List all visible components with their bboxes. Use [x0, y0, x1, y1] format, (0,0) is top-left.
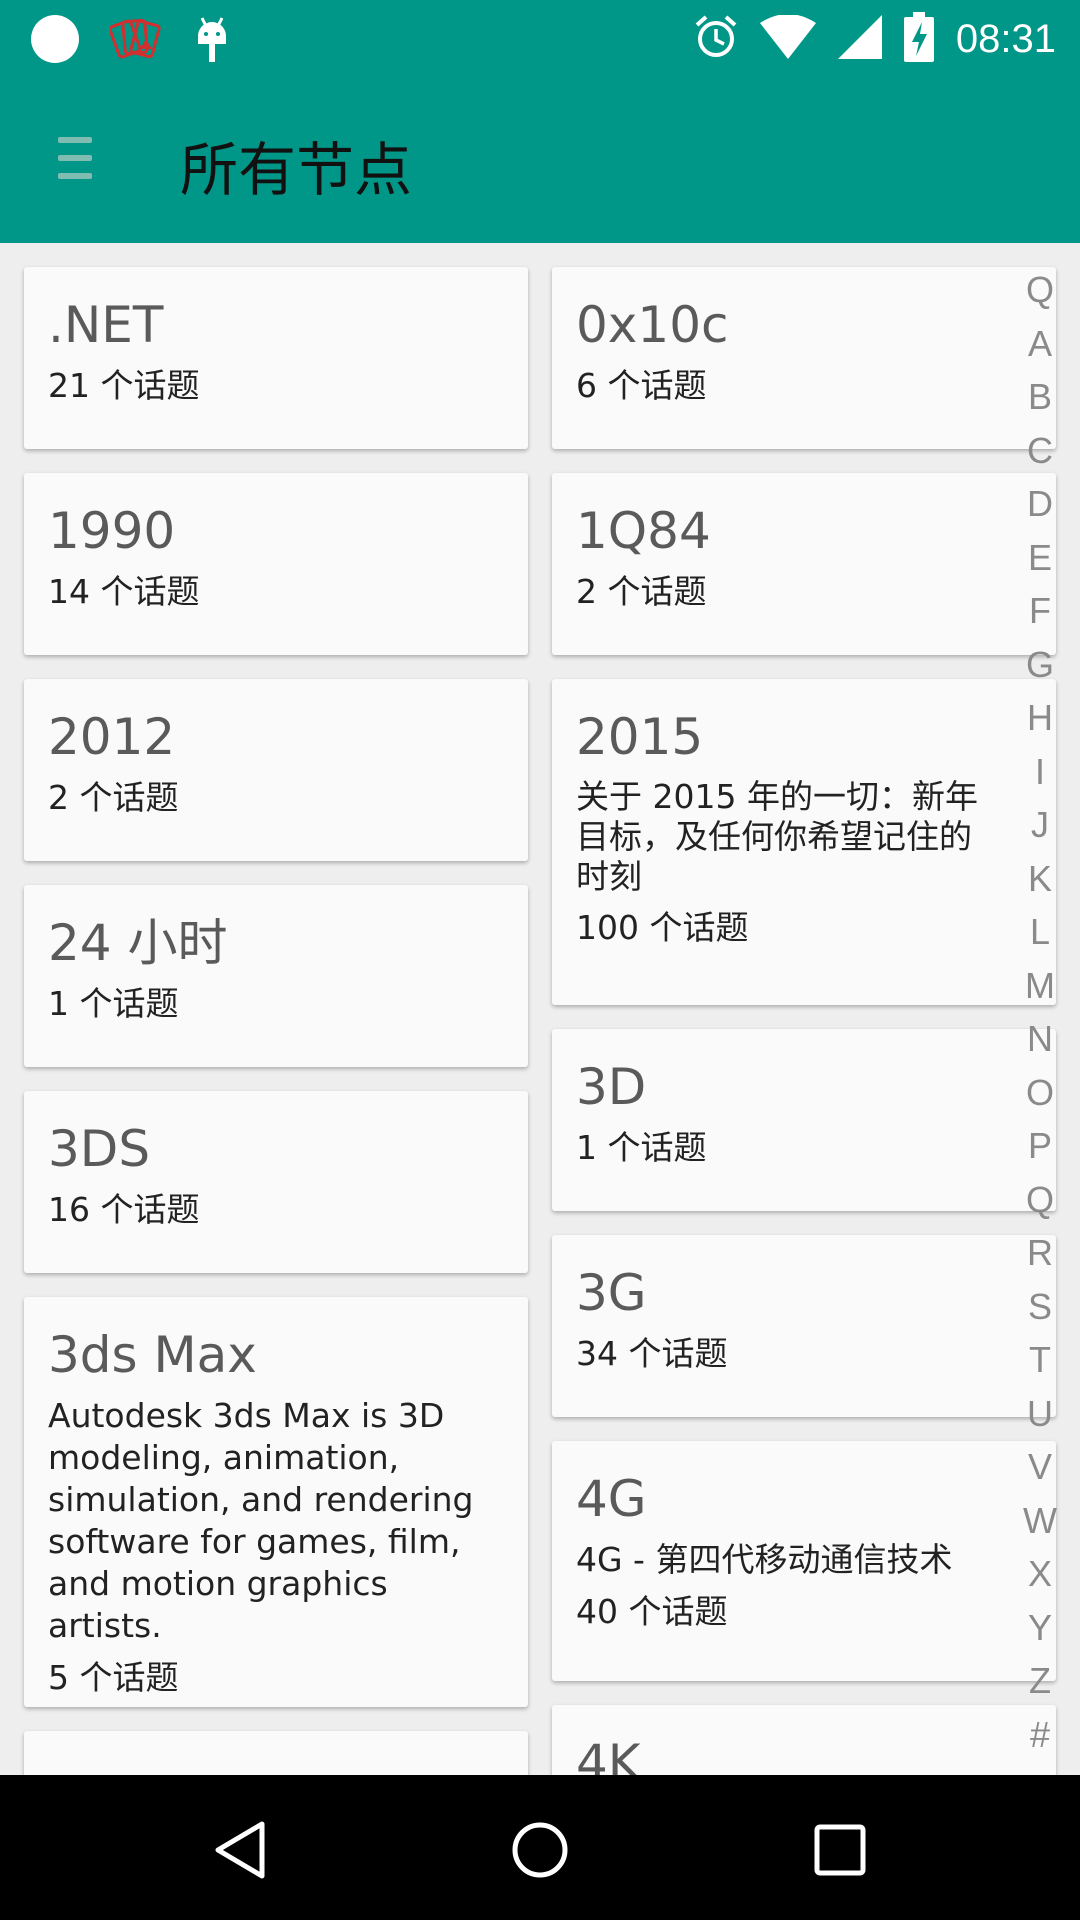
alphabet-index-letter[interactable]: T: [1020, 1333, 1060, 1387]
back-triangle-icon[interactable]: [210, 1820, 270, 1880]
alphabet-index-letter[interactable]: X: [1020, 1547, 1060, 1601]
node-description: Autodesk 3ds Max is 3D modeling, animati…: [48, 1396, 474, 1645]
recents-square-icon[interactable]: [810, 1820, 870, 1880]
node-card-2012[interactable]: 2012 2 个话题: [24, 679, 528, 861]
node-description: 关于 2015 年的一切：新年目标，及任何你希望记住的时刻: [576, 777, 978, 896]
node-topic-count: 16 个话题: [48, 1190, 200, 1229]
alphabet-index-letter[interactable]: S: [1020, 1280, 1060, 1334]
alphabet-index-letter[interactable]: C: [1020, 424, 1060, 478]
node-topic-count: 34 个话题: [576, 1334, 728, 1373]
wifi-icon: [759, 14, 816, 63]
node-card-1990[interactable]: 1990 14 个话题: [24, 473, 528, 655]
node-name: 2015: [576, 708, 704, 766]
page-title: 所有节点: [180, 136, 413, 204]
node-topic-count: 40 个话题: [576, 1592, 728, 1631]
node-topic-count: 21 个话题: [48, 366, 200, 405]
alphabet-index-letter[interactable]: Q: [1020, 263, 1060, 317]
menu-icon[interactable]: [58, 137, 92, 183]
node-card-3g[interactable]: 3G 34 个话题: [552, 1235, 1056, 1417]
node-name: 4K: [576, 1734, 641, 1775]
node-topic-count: 5 个话题: [48, 1658, 179, 1697]
node-grid: .NET 21 个话题 1990 14 个话题 2012 2 个话题 24 小时…: [0, 243, 1080, 1775]
alphabet-index-letter[interactable]: J: [1020, 798, 1060, 852]
alphabet-index-letter[interactable]: D: [1020, 477, 1060, 531]
clock-time: 08:31: [955, 16, 1056, 61]
cards-app-icon: [108, 15, 162, 67]
node-card-24-hours[interactable]: 24 小时 1 个话题: [24, 885, 528, 1067]
node-name: 3D: [576, 1058, 647, 1116]
node-name: 24 小时: [48, 914, 228, 972]
node-name: 4G: [576, 1470, 647, 1528]
android-debug-icon: [192, 14, 232, 68]
alphabet-index-letter[interactable]: V: [1020, 1440, 1060, 1494]
node-topic-count: 2 个话题: [48, 778, 179, 817]
node-topic-count: 14 个话题: [48, 572, 200, 611]
alphabet-index-letter[interactable]: A: [1020, 317, 1060, 371]
node-name: 3ds Max: [48, 1326, 257, 1384]
alphabet-index-letter[interactable]: R: [1020, 1226, 1060, 1280]
alphabet-index-letter[interactable]: Z: [1020, 1654, 1060, 1708]
alphabet-index-letter[interactable]: N: [1020, 1012, 1060, 1066]
alphabet-index-letter[interactable]: #: [1020, 1708, 1060, 1762]
alphabet-index-letter[interactable]: W: [1020, 1494, 1060, 1548]
node-card-partial[interactable]: [24, 1731, 528, 1775]
node-card-dotnet[interactable]: .NET 21 个话题: [24, 267, 528, 449]
alphabet-index-letter[interactable]: I: [1020, 745, 1060, 799]
alphabet-index-letter[interactable]: E: [1020, 531, 1060, 585]
node-name: 0x10c: [576, 296, 729, 354]
node-topic-count: 1 个话题: [48, 984, 179, 1023]
navigation-bar: [0, 1775, 1080, 1920]
node-name: 2012: [48, 708, 176, 766]
node-card-2015[interactable]: 2015 关于 2015 年的一切：新年目标，及任何你希望记住的时刻 100 个…: [552, 679, 1056, 1005]
signal-icon: [837, 15, 882, 63]
alphabet-index-letter[interactable]: L: [1020, 905, 1060, 959]
alphabet-index-letter[interactable]: O: [1020, 1066, 1060, 1120]
node-card-0x10c[interactable]: 0x10c 6 个话题: [552, 267, 1056, 449]
app-bar: 所有节点: [0, 75, 1080, 243]
alphabet-index-letter[interactable]: Y: [1020, 1601, 1060, 1655]
alarm-icon: [694, 14, 738, 64]
alphabet-index-letter[interactable]: U: [1020, 1387, 1060, 1441]
alphabet-index-letter[interactable]: M: [1020, 959, 1060, 1013]
node-card-3ds[interactable]: 3DS 16 个话题: [24, 1091, 528, 1273]
node-card-1q84[interactable]: 1Q84 2 个话题: [552, 473, 1056, 655]
status-bar: 08:31: [0, 0, 1080, 75]
node-topic-count: 2 个话题: [576, 572, 707, 611]
node-topic-count: 1 个话题: [576, 1128, 707, 1167]
node-name: 1Q84: [576, 502, 711, 560]
alphabet-index-letter[interactable]: B: [1020, 370, 1060, 424]
alphabet-index-letter[interactable]: Q: [1020, 1173, 1060, 1227]
alphabet-index-letter[interactable]: P: [1020, 1119, 1060, 1173]
node-card-3d[interactable]: 3D 1 个话题: [552, 1029, 1056, 1211]
alphabet-index-letter[interactable]: G: [1020, 638, 1060, 692]
node-name: 3G: [576, 1264, 647, 1322]
node-name: 1990: [48, 502, 176, 560]
node-card-3ds-max[interactable]: 3ds Max Autodesk 3ds Max is 3D modeling,…: [24, 1297, 528, 1707]
node-topic-count: 6 个话题: [576, 366, 707, 405]
home-circle-icon[interactable]: [510, 1820, 570, 1880]
node-description: 4G - 第四代移动通信技术: [576, 1540, 953, 1579]
alphabet-index-letter[interactable]: F: [1020, 584, 1060, 638]
node-name: 3DS: [48, 1120, 151, 1178]
alphabet-index[interactable]: Q A B C D E F G H I J K L M N O P Q R S T U V W X Y Z #: [1020, 263, 1060, 1761]
alphabet-index-letter[interactable]: H: [1020, 691, 1060, 745]
node-name: .NET: [48, 296, 164, 354]
node-card-4k[interactable]: 4K: [552, 1705, 1056, 1775]
battery-charging-icon: [903, 12, 934, 66]
circle-notification-icon: [30, 14, 80, 68]
node-card-4g[interactable]: 4G 4G - 第四代移动通信技术 40 个话题: [552, 1441, 1056, 1681]
alphabet-index-letter[interactable]: K: [1020, 852, 1060, 906]
node-topic-count: 100 个话题: [576, 908, 749, 947]
